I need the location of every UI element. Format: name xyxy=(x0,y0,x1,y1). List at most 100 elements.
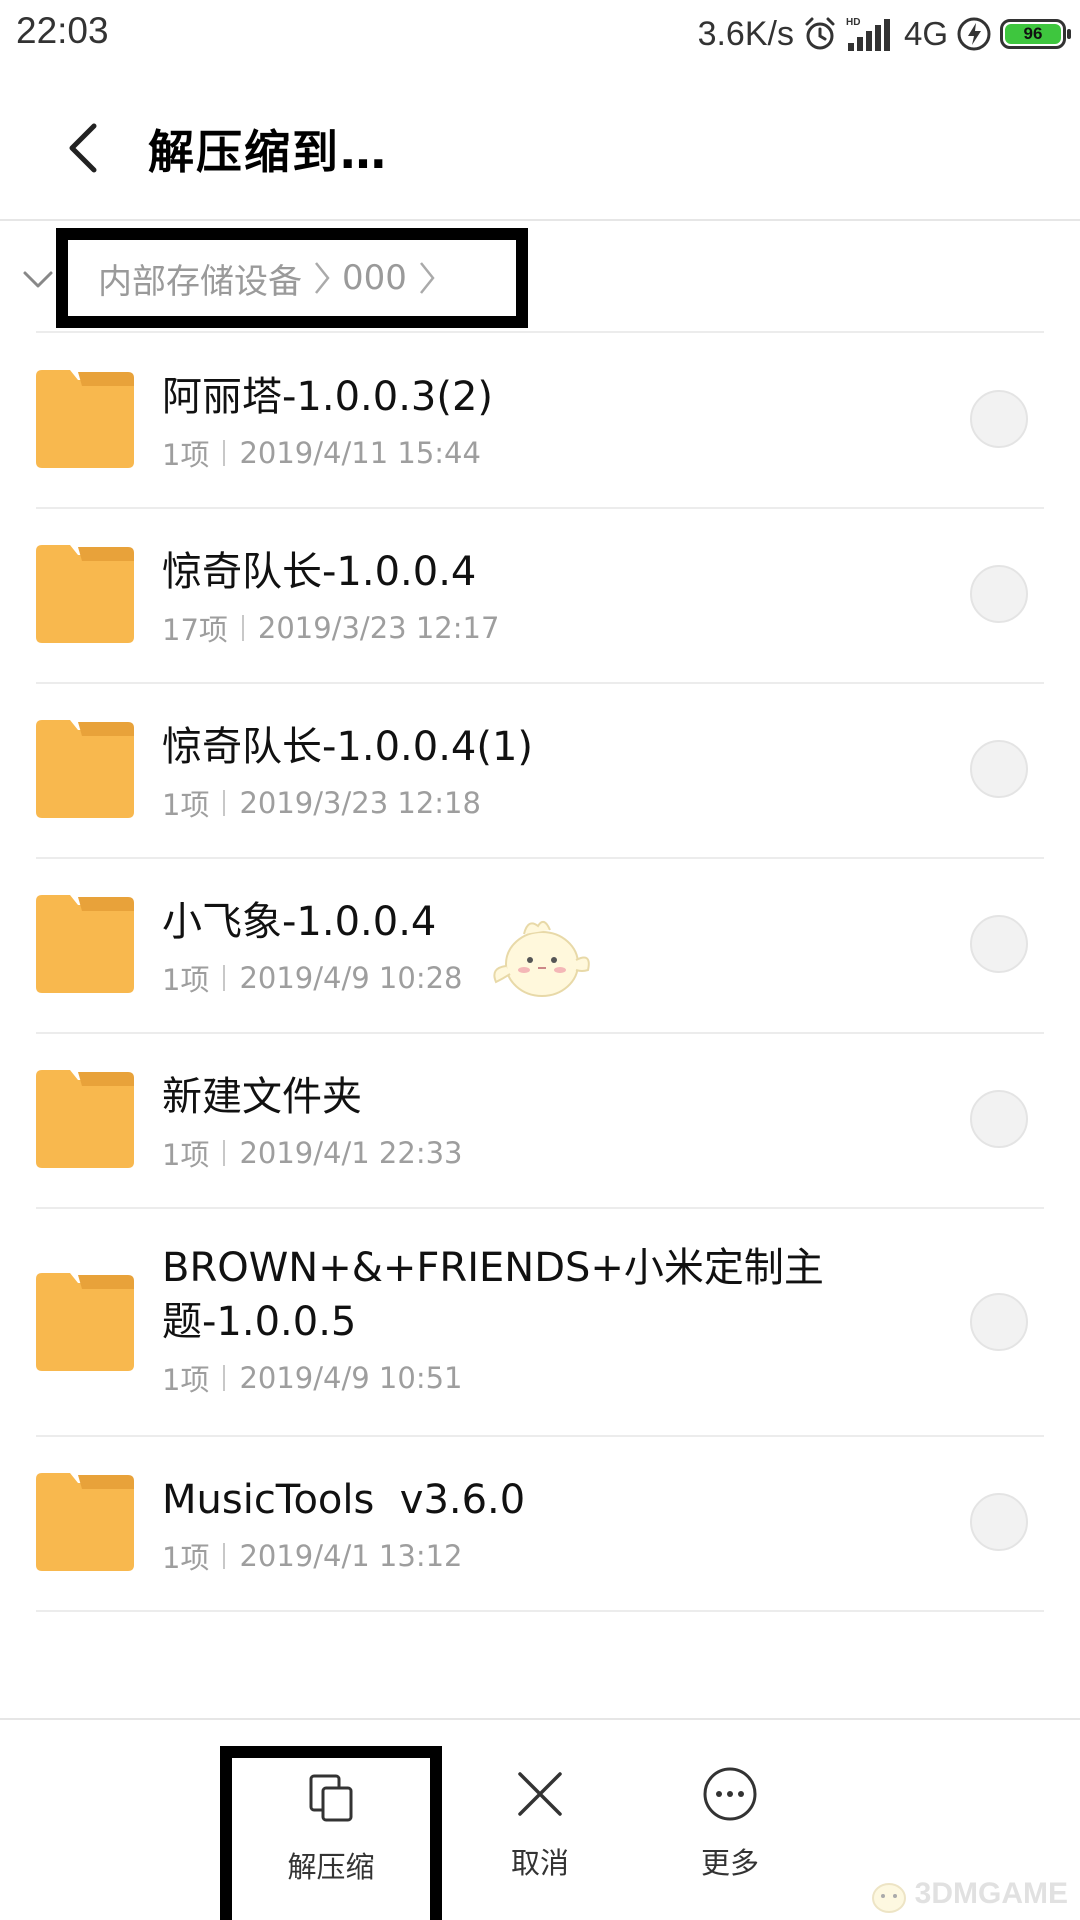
close-icon xyxy=(518,1772,562,1816)
more-button[interactable]: 更多 xyxy=(640,1720,820,1920)
list-item[interactable]: 惊奇队长-1.0.0.4 17项 2019/3/23 12:17 xyxy=(0,509,1080,684)
charging-icon xyxy=(957,17,991,51)
breadcrumb-divider xyxy=(36,331,1044,333)
net-speed: 3.6K/s xyxy=(697,14,794,53)
folder-icon xyxy=(36,1473,134,1571)
folder-meta: 1项 2019/4/11 15:44 xyxy=(162,432,493,474)
extract-label: 解压缩 xyxy=(287,1850,375,1884)
item-text: MusicTools v3.6.0 1项 2019/4/1 13:12 xyxy=(162,1473,525,1577)
extract-button[interactable]: 解压缩 xyxy=(220,1746,442,1920)
folder-count: 1项 xyxy=(162,438,210,472)
list-item[interactable]: BROWN+&+FRIENDS+小米定制主题-1.0.0.5 1项 2019/4… xyxy=(0,1209,1080,1437)
list-item[interactable]: 新建文件夹 1项 2019/4/1 22:33 xyxy=(0,1034,1080,1209)
network-type: 4G xyxy=(903,15,948,52)
folder-meta: 1项 2019/4/1 22:33 xyxy=(162,1132,463,1174)
watermark-text: 3DMGAME xyxy=(914,1877,1068,1910)
select-checkbox[interactable] xyxy=(970,1090,1028,1148)
folder-icon xyxy=(36,370,134,468)
select-checkbox[interactable] xyxy=(970,1493,1028,1551)
breadcrumb: 内部存储设备 000 xyxy=(56,228,528,328)
select-checkbox[interactable] xyxy=(970,915,1028,973)
bottom-action-bar: 解压缩 取消 更多 3DMGAME xyxy=(0,1720,1080,1920)
chevron-right-icon xyxy=(419,262,435,294)
meta-divider xyxy=(223,1140,226,1166)
folder-meta: 17项 2019/3/23 12:17 xyxy=(162,607,499,649)
hd-signal-icon: HD xyxy=(846,17,890,51)
folder-icon xyxy=(36,895,134,993)
list-item[interactable]: 阿丽塔-1.0.0.3(2) 1项 2019/4/11 15:44 xyxy=(0,334,1080,509)
chevron-right-icon xyxy=(315,262,330,294)
battery-level: 96 xyxy=(1005,24,1061,44)
item-text: 小飞象-1.0.0.4 1项 2019/4/9 10:28 xyxy=(162,895,463,999)
folder-meta: 1项 2019/4/9 10:28 xyxy=(162,957,463,999)
folder-count: 1项 xyxy=(162,788,210,822)
list-item[interactable]: MusicTools v3.6.0 1项 2019/4/1 13:12 xyxy=(0,1437,1080,1612)
chevron-down-icon[interactable] xyxy=(22,270,54,290)
row-divider xyxy=(36,1610,1044,1612)
folder-count: 17项 xyxy=(162,613,228,647)
folder-name: 小飞象-1.0.0.4 xyxy=(162,899,437,945)
folder-meta: 1项 2019/4/1 13:12 xyxy=(162,1535,525,1577)
item-text: 新建文件夹 1项 2019/4/1 22:33 xyxy=(162,1070,463,1174)
more-label: 更多 xyxy=(700,1846,759,1880)
folder-count: 1项 xyxy=(162,1541,210,1575)
battery-icon: 96 xyxy=(1000,19,1071,49)
status-time: 22:03 xyxy=(16,10,109,51)
item-text: 阿丽塔-1.0.0.3(2) 1项 2019/4/11 15:44 xyxy=(162,370,493,474)
folder-icon xyxy=(36,720,134,818)
status-icons: 3.6K/s HD 4G 96 xyxy=(697,12,1071,56)
folder-icon xyxy=(36,545,134,643)
copy-icon xyxy=(309,1774,353,1822)
folder-date: 2019/3/23 12:17 xyxy=(257,611,500,645)
list-item[interactable]: 惊奇队长-1.0.0.4(1) 1项 2019/3/23 12:18 xyxy=(0,684,1080,859)
watermark: 3DMGAME xyxy=(867,1874,1068,1914)
select-checkbox[interactable] xyxy=(970,740,1028,798)
folder-name: 惊奇队长-1.0.0.4(1) xyxy=(162,724,534,770)
folder-count: 1项 xyxy=(162,1363,210,1397)
folder-meta: 1项 2019/4/9 10:51 xyxy=(162,1357,852,1399)
folder-count: 1项 xyxy=(162,1138,210,1172)
folder-icon xyxy=(36,1273,134,1371)
folder-date: 2019/4/1 22:33 xyxy=(239,1136,463,1170)
folder-meta: 1项 2019/3/23 12:18 xyxy=(162,782,533,824)
folder-date: 2019/4/1 13:12 xyxy=(239,1539,463,1573)
folder-date: 2019/4/11 15:44 xyxy=(239,436,481,470)
meta-divider xyxy=(223,1365,226,1391)
breadcrumb-item-folder[interactable]: 000 xyxy=(342,258,407,298)
meta-divider xyxy=(223,440,226,466)
folder-icon xyxy=(36,1070,134,1168)
cancel-button[interactable]: 取消 xyxy=(450,1720,630,1920)
breadcrumb-item-internal-storage[interactable]: 内部存储设备 xyxy=(98,254,302,303)
breadcrumb-row: 内部存储设备 000 xyxy=(0,222,1080,332)
folder-name: MusicTools v3.6.0 xyxy=(162,1477,526,1523)
folder-name: 新建文件夹 xyxy=(162,1074,362,1120)
folder-name: BROWN+&+FRIENDS+小米定制主题-1.0.0.5 xyxy=(162,1245,824,1345)
item-text: 惊奇队长-1.0.0.4 17项 2019/3/23 12:17 xyxy=(162,545,499,649)
meta-divider xyxy=(223,1543,226,1569)
select-checkbox[interactable] xyxy=(970,1293,1028,1351)
mascot-image xyxy=(493,920,590,997)
select-checkbox[interactable] xyxy=(970,565,1028,623)
more-icon xyxy=(703,1767,757,1821)
app-header: 解压缩到… xyxy=(0,80,1080,220)
page-title: 解压缩到… xyxy=(148,125,388,179)
watermark-logo-icon xyxy=(871,1883,906,1913)
select-checkbox[interactable] xyxy=(970,390,1028,448)
cancel-label: 取消 xyxy=(510,1846,569,1880)
meta-divider xyxy=(223,965,226,991)
folder-date: 2019/4/9 10:51 xyxy=(239,1361,463,1395)
item-text: 惊奇队长-1.0.0.4(1) 1项 2019/3/23 12:18 xyxy=(162,720,533,824)
folder-date: 2019/3/23 12:18 xyxy=(239,786,481,820)
chevron-left-icon[interactable] xyxy=(56,118,116,178)
folder-count: 1项 xyxy=(162,963,210,997)
svg-text:HD: HD xyxy=(846,17,860,28)
meta-divider xyxy=(241,615,244,641)
alarm-icon xyxy=(805,17,835,50)
folder-name: 阿丽塔-1.0.0.3(2) xyxy=(162,374,494,420)
header-divider xyxy=(0,219,1080,221)
status-bar: 22:03 3.6K/s HD 4G 96 xyxy=(0,0,1080,70)
folder-name: 惊奇队长-1.0.0.4 xyxy=(162,549,477,595)
meta-divider xyxy=(223,790,226,816)
folder-date: 2019/4/9 10:28 xyxy=(239,961,463,995)
item-text: BROWN+&+FRIENDS+小米定制主题-1.0.0.5 1项 2019/4… xyxy=(162,1241,852,1399)
